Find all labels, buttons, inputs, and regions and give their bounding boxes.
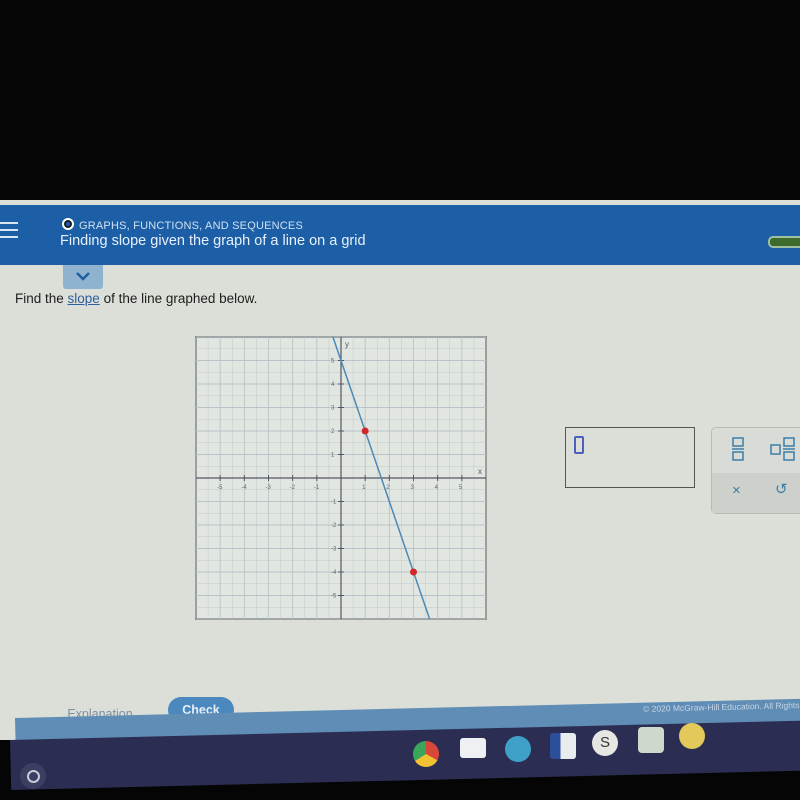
math-tools-panel: × ↺ [711,427,800,514]
texas-icon[interactable] [550,733,576,759]
mp3-icon[interactable] [638,727,664,753]
y-tick-label: -4 [331,570,337,576]
x-tick-label: -3 [266,485,272,491]
undo-button[interactable]: ↺ [775,480,788,498]
page-title: Finding slope given the graph of a line … [60,233,366,249]
x-tick-label: -4 [241,485,247,491]
x-tick-label: -2 [290,485,296,491]
question-suffix: of the line graphed below. [99,291,258,306]
line-point [410,568,417,576]
topic-dot-icon [62,218,74,230]
topic-text: GRAPHS, FUNCTIONS, AND SEQUENCES [79,220,303,232]
y-tick-label: -3 [331,547,337,553]
mixed-number-icon[interactable] [770,436,796,462]
x-tick-label: -1 [314,485,320,491]
chevron-down-icon [76,272,90,281]
slope-link[interactable]: slope [68,291,100,306]
x-tick-label: -5 [217,485,223,491]
menu-icon[interactable] [0,222,18,238]
zoom-icon[interactable] [505,736,531,762]
y-tick-label: -2 [331,523,337,529]
fraction-icon[interactable] [731,436,745,462]
x-axis-label: x [478,467,482,476]
files-icon[interactable] [679,723,705,749]
question-text: Find the slope of the line graphed below… [15,291,257,306]
launcher-icon [27,770,40,783]
topic-label: GRAPHS, FUNCTIONS, AND SEQUENCES [62,218,303,232]
y-tick-label: -5 [331,594,337,600]
collapse-button[interactable] [63,265,103,289]
chrome-icon[interactable] [413,741,439,767]
y-tick-label: -1 [331,500,337,506]
answer-input[interactable] [565,427,695,488]
gmail-icon[interactable] [460,738,486,758]
question-prefix: Find the [15,291,68,306]
text-cursor-icon [574,436,584,454]
launcher-button[interactable] [20,763,46,789]
clear-button[interactable]: × [732,482,741,499]
y-axis-label: y [345,340,349,349]
progress-indicator [768,236,800,248]
s-app-icon[interactable]: S [592,730,618,756]
line-point [361,427,369,435]
graph: xy-5 -4 -3 -2 -1 1 2 3 4 5-5-4-3-2-112345 [195,336,487,620]
